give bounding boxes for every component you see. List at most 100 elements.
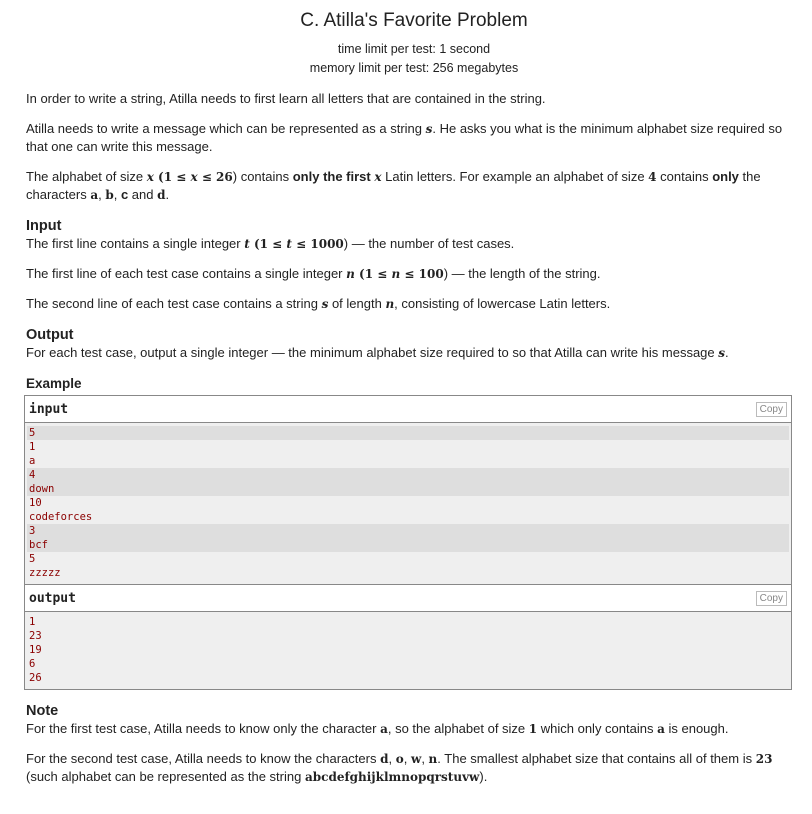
bold-text: only the first [292,169,375,184]
text: In order to write a string, Atilla needs… [26,91,546,106]
legend-paragraph: In order to write a string, Atilla needs… [26,90,802,108]
output-header: output Copy [25,584,791,612]
math-text: x [146,170,154,184]
input-spec-paragraph: The first line contains a single integer… [26,235,802,253]
text: ) — the number of test cases. [343,236,515,251]
text: . [165,187,170,202]
math-text: (1 ≤ [153,170,191,184]
sample-line: 23 [29,630,42,642]
math-text: abcdefghijklmnopqrstuvw [304,770,480,784]
math-text: x [374,170,382,184]
math-text: 23 [755,752,773,766]
sample-line: codeforces [29,511,93,523]
text: , consisting of lowercase Latin letters. [394,296,611,311]
math-text: n [428,752,438,766]
sample-line: a [29,455,36,467]
legend-paragraph: The alphabet of size x (1 ≤ x ≤ 26) cont… [26,168,802,204]
text: which only contains [537,721,658,736]
text: . The smallest alphabet size that contai… [437,751,756,766]
input-spec-paragraph: The first line of each test case contain… [26,265,802,283]
input-spec-paragraph: The second line of each test case contai… [26,295,802,313]
input-label: input [29,401,69,417]
output-label: output [29,590,76,606]
sample-line: zzzzz [29,567,61,579]
note-section: For the first test case, Atilla needs to… [26,720,802,786]
math-text: (1 ≤ [354,267,392,281]
math-text: 4 [648,170,657,184]
text: , [388,751,396,766]
memory-limit: memory limit per test: 256 megabytes [309,61,519,75]
math-text: n [385,297,395,311]
sample-line: down [27,482,789,496]
legend-section: In order to write a string, Atilla needs… [26,90,802,204]
math-text: ≤ 100 [400,267,444,281]
text: (such alphabet can be represented as the… [26,769,305,784]
input-sample[interactable]: 5 1 a 4 down 10 codeforces 3 bcf 5 zzzzz [25,423,791,584]
example-heading: Example [26,376,82,391]
text: , so the alphabet of size [387,721,529,736]
text: The first line contains a single integer [26,236,245,251]
math-text: a [90,188,99,202]
text: is enough. [664,721,729,736]
math-text: a [380,722,388,736]
text: For the second test case, Atilla needs t… [26,751,381,766]
text: and [128,187,158,202]
text: ) — the length of the string. [443,266,601,281]
math-text: w [410,752,422,766]
math-text: n [346,267,355,281]
text: For each test case, output a single inte… [26,345,719,360]
math-text: s [718,346,726,360]
input-spec-section: The first line contains a single integer… [26,235,802,313]
input-heading: Input [26,218,62,234]
note-paragraph: For the first test case, Atilla needs to… [26,720,802,738]
sample-line: 5 [27,426,789,440]
note-paragraph: For the second test case, Atilla needs t… [26,750,802,786]
text: , [113,187,121,202]
copy-output-button[interactable]: Copy [755,590,787,606]
math-text: a [657,722,665,736]
legend-paragraph: Atilla needs to write a message which ca… [26,120,802,156]
text: of length [328,296,386,311]
text: The alphabet of size [26,169,147,184]
math-text: ≤ 1000 [291,237,344,251]
text: , [403,751,411,766]
example-box: input Copy 5 1 a 4 down 10 codeforces 3 bcf 5 zzzz… [24,395,792,690]
sample-line: 5 [29,553,36,565]
math-text: ≤ 26 [197,170,233,184]
sample-line: 1 [29,616,36,628]
time-limit: time limit per test: 1 second [337,42,491,56]
output-spec-section: For each test case, output a single inte… [26,344,802,362]
math-text: 1 [528,722,538,736]
math-text: (1 ≤ [249,237,287,251]
sample-line: 10 [29,497,42,509]
sample-line: 4 [27,468,789,482]
math-text: b [105,188,114,202]
math-text: n [391,267,401,281]
sample-line: bcf [27,538,789,552]
text: ). [479,769,488,784]
text: The first line of each test case contain… [26,266,347,281]
text: , [421,751,429,766]
output-sample[interactable]: 1 23 19 6 26 [25,612,791,689]
sample-line: 1 [29,441,36,453]
math-text: d [157,188,166,202]
text: For the first test case, Atilla needs to… [26,721,381,736]
text: Atilla needs to write a message which ca… [26,121,426,136]
sample-line: 3 [27,524,789,538]
output-heading: Output [26,327,74,343]
sample-line: 6 [29,658,36,670]
text: contains [656,169,713,184]
text: ) contains [232,169,293,184]
text: The second line of each test case contai… [26,296,322,311]
input-header: input Copy [25,396,791,423]
text: . [725,345,729,360]
output-spec-paragraph: For each test case, output a single inte… [26,344,802,362]
copy-input-button[interactable]: Copy [755,401,787,417]
math-text: o [395,752,404,766]
bold-text: only [712,169,739,184]
note-heading: Note [26,703,59,719]
sample-line: 26 [29,672,42,684]
math-text: x [190,170,198,184]
problem-statement: C. Atilla's Favorite Problem time limit … [0,10,812,786]
problem-title: C. Atilla's Favorite Problem [300,10,528,31]
